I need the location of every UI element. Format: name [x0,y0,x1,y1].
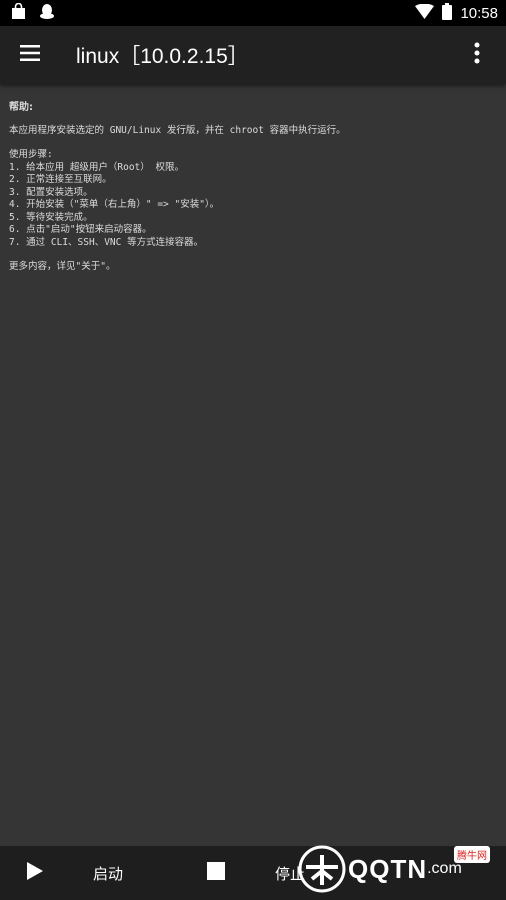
watermark-text: QQTN [348,853,428,884]
hamburger-menu-icon [20,45,40,65]
play-icon [26,861,44,885]
help-heading: 帮助: [9,102,33,113]
step-7: 7. 通过 CLI、SSH、VNC 等方式连接容器。 [9,236,204,248]
status-time: 10:58 [460,4,498,22]
steps-title: 使用步骤: [9,149,53,160]
step-1: 1. 给本应用 超级用户（Root） 权限。 [9,161,184,173]
step-2: 2. 正常连接至互联网。 [9,174,112,185]
stop-button[interactable]: 停止 [207,846,305,900]
menu-button[interactable] [0,26,60,84]
wifi-icon [415,3,435,23]
qq-penguin-icon [39,3,55,24]
app-title: linux［10.0.2.15］ [76,45,249,68]
more-info: 更多内容，详见"关于"。 [9,261,116,272]
shopping-bag-icon [10,2,27,24]
start-button[interactable]: 启动 [26,846,123,900]
more-vert-icon [474,42,480,68]
step-4: 4. 开始安装（"菜单（右上角）" => "安装"）。 [9,199,220,210]
watermark-emblem-icon [298,845,346,893]
watermark-badge: 腾牛网 [454,846,490,863]
watermark-logo: QQTN .com 腾牛网 [298,844,498,894]
help-intro: 本应用程序安装选定的 GNU/Linux 发行版，并在 chroot 容器中执行… [9,124,346,136]
start-label: 启动 [93,864,124,883]
stop-icon [207,862,226,884]
step-3: 3. 配置安装选项。 [9,186,93,198]
step-5: 5. 等待安装完成。 [9,211,93,223]
overflow-menu-button[interactable] [448,26,506,84]
status-bar-left [10,2,55,24]
step-6: 6. 点击"启动"按钮来启动容器。 [9,224,152,235]
status-bar: 10:58 [0,0,506,26]
help-text-area: 帮助: 本应用程序安装选定的 GNU/Linux 发行版，并在 chroot 容… [9,102,499,274]
app-bar: linux［10.0.2.15］ [0,26,506,84]
status-bar-right: 10:58 [415,2,498,24]
battery-icon [442,2,453,24]
